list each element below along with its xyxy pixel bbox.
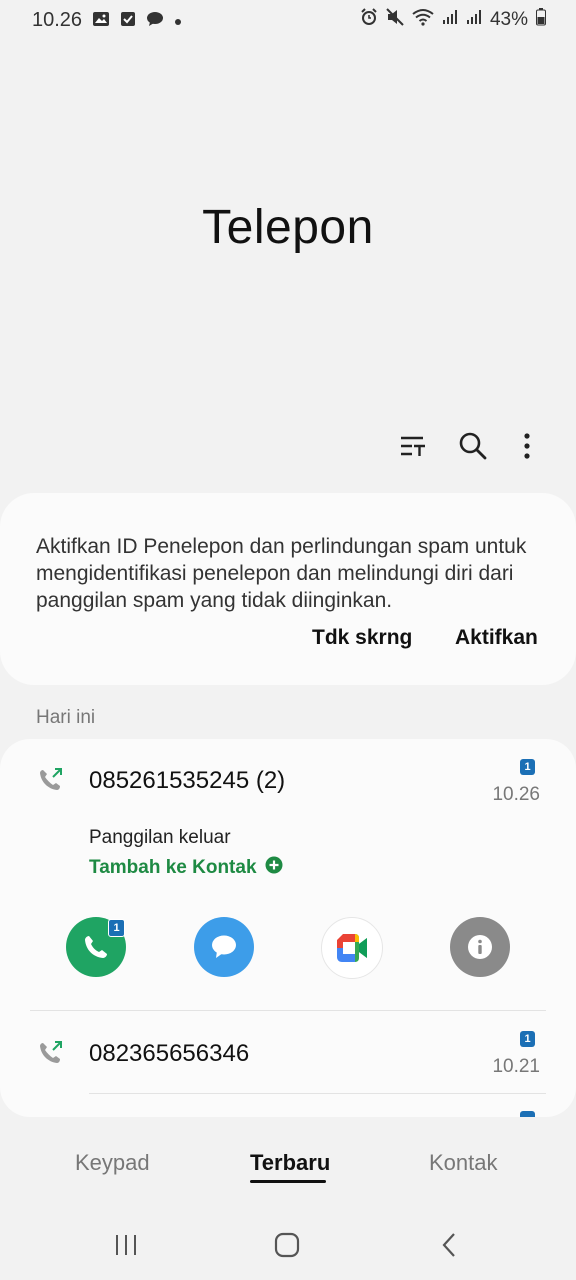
- spam-message: Aktifkan ID Penelepon dan perlindungan s…: [36, 535, 527, 612]
- enable-button[interactable]: Aktifkan: [455, 626, 538, 650]
- checkbox-icon: [120, 11, 136, 32]
- signal-icon: [442, 9, 458, 31]
- tab-keypad[interactable]: Keypad: [75, 1150, 150, 1176]
- call-number: 082365656346: [89, 1040, 250, 1067]
- call-type: Panggilan keluar: [89, 827, 231, 848]
- active-tab-indicator: [250, 1180, 326, 1183]
- divider: [89, 1093, 546, 1094]
- call-log-list: 085261535245 (2) 1 10.26 Panggilan kelua…: [0, 739, 576, 1117]
- section-header-today: Hari ini: [36, 707, 96, 728]
- sim-badge: 1: [520, 1031, 535, 1047]
- add-to-contacts-label: Tambah ke Kontak: [89, 857, 257, 878]
- dismiss-button[interactable]: Tdk skrng: [312, 626, 412, 650]
- spam-protection-card: Aktifkan ID Penelepon dan perlindungan s…: [0, 493, 576, 685]
- call-time: 10.21: [492, 1056, 540, 1077]
- search-icon[interactable]: [455, 428, 491, 464]
- page-title: Telepon: [202, 201, 374, 254]
- call-time: 10.26: [492, 784, 540, 805]
- filter-icon[interactable]: [395, 428, 431, 464]
- battery-icon: [536, 8, 546, 32]
- tab-contacts[interactable]: Kontak: [429, 1150, 498, 1176]
- add-to-contacts-link[interactable]: Tambah ke Kontak: [89, 856, 283, 880]
- system-nav-bar: [0, 1210, 576, 1280]
- status-bar: 10.26 43%: [0, 0, 576, 44]
- tab-recent[interactable]: Terbaru: [250, 1150, 330, 1176]
- battery-percent: 43%: [489, 9, 528, 30]
- call-sim-badge: 1: [108, 919, 125, 937]
- divider: [30, 1010, 546, 1011]
- meet-video-button[interactable]: [321, 917, 383, 979]
- recent-apps-icon[interactable]: [106, 1230, 146, 1260]
- alarm-icon: [360, 8, 378, 32]
- call-button[interactable]: 1: [66, 917, 126, 977]
- message-button[interactable]: [194, 917, 254, 977]
- mute-icon: [386, 8, 404, 32]
- gallery-icon: [92, 11, 110, 32]
- call-number: 085261535245 (2): [89, 767, 286, 794]
- outgoing-call-icon: [38, 767, 64, 793]
- outgoing-call-icon: [38, 1040, 64, 1066]
- status-time: 10.26: [32, 9, 83, 31]
- bottom-tab-bar: Keypad Terbaru Kontak: [0, 1150, 576, 1190]
- more-vert-icon[interactable]: [509, 428, 545, 464]
- signal-icon: [466, 9, 482, 31]
- wifi-icon: [412, 8, 434, 32]
- sim-badge: 1: [520, 759, 535, 775]
- info-button[interactable]: [450, 917, 510, 977]
- sim-badge: [520, 1111, 535, 1117]
- home-icon[interactable]: [267, 1230, 307, 1260]
- dot-icon: [174, 13, 182, 31]
- add-circle-icon: [265, 856, 283, 880]
- back-icon[interactable]: [429, 1230, 469, 1260]
- chat-bubble-icon: [146, 11, 164, 32]
